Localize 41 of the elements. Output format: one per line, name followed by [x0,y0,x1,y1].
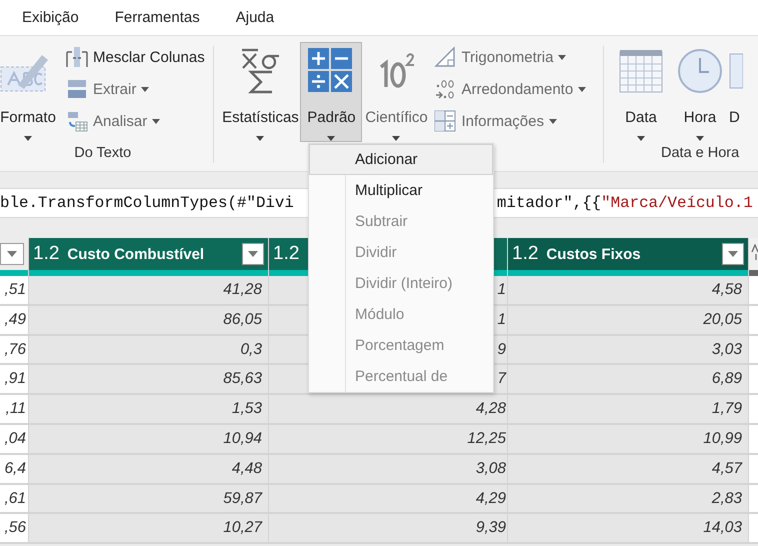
type-label: 1.2 [273,243,300,265]
table-cell: 10,94 [29,424,268,455]
table-cell: 6,89 [508,365,748,396]
table-cell: 4,57 [508,454,748,485]
table-cell: 20,05 [508,306,748,336]
formula-text: ble.TransformColumnTypes(#"Divi [0,194,294,212]
table-cell: 2,83 [508,484,748,514]
table-cell: 4,58 [508,276,748,306]
table-cell: 14,03 [508,514,748,544]
column-name: Custos Fixos [546,246,641,262]
table-cell: ,11 [0,395,28,425]
type-label: 1.2 [33,243,60,265]
table-cell: 3,03 [508,336,748,366]
table-cell: 1,79 [508,395,748,425]
table-cell: 10,99 [508,424,748,455]
table-cell: 4,48 [29,454,268,485]
table-cell: ,76 [0,336,28,366]
table-cell: 10,27 [29,514,268,544]
group-label: Data e Hora [660,144,740,164]
table-cell: ,91 [0,365,28,396]
table-cell: 12,25 [269,424,507,455]
table-cell: ,61 [0,484,28,514]
table-cell: ,51 [0,276,28,306]
table-cell: 9,39 [269,514,507,544]
column-name: Custo Combustível [67,246,204,262]
table-cell: ,49 [0,306,28,336]
group-label: Do Texto [73,144,132,164]
table-cell: ,56 [0,514,28,544]
formula-text: mitador",{{"Marca/Veículo.1 [496,194,753,212]
type-label: 1.2 [512,243,538,265]
table-cell: 3,08 [269,454,507,485]
table-cell: 1,53 [29,395,268,425]
table-cell: ,04 [0,424,28,455]
table-cell: 6,4 [0,454,28,485]
table-cell: 85,63 [29,365,268,396]
table-cell: 4,28 [269,395,507,425]
table-cell: 86,05 [29,306,268,336]
table-cell: 41,28 [29,276,268,306]
table-cell: 4,29 [269,484,507,514]
table-cell: 0,3 [29,336,268,366]
table-cell: 59,87 [29,484,268,514]
